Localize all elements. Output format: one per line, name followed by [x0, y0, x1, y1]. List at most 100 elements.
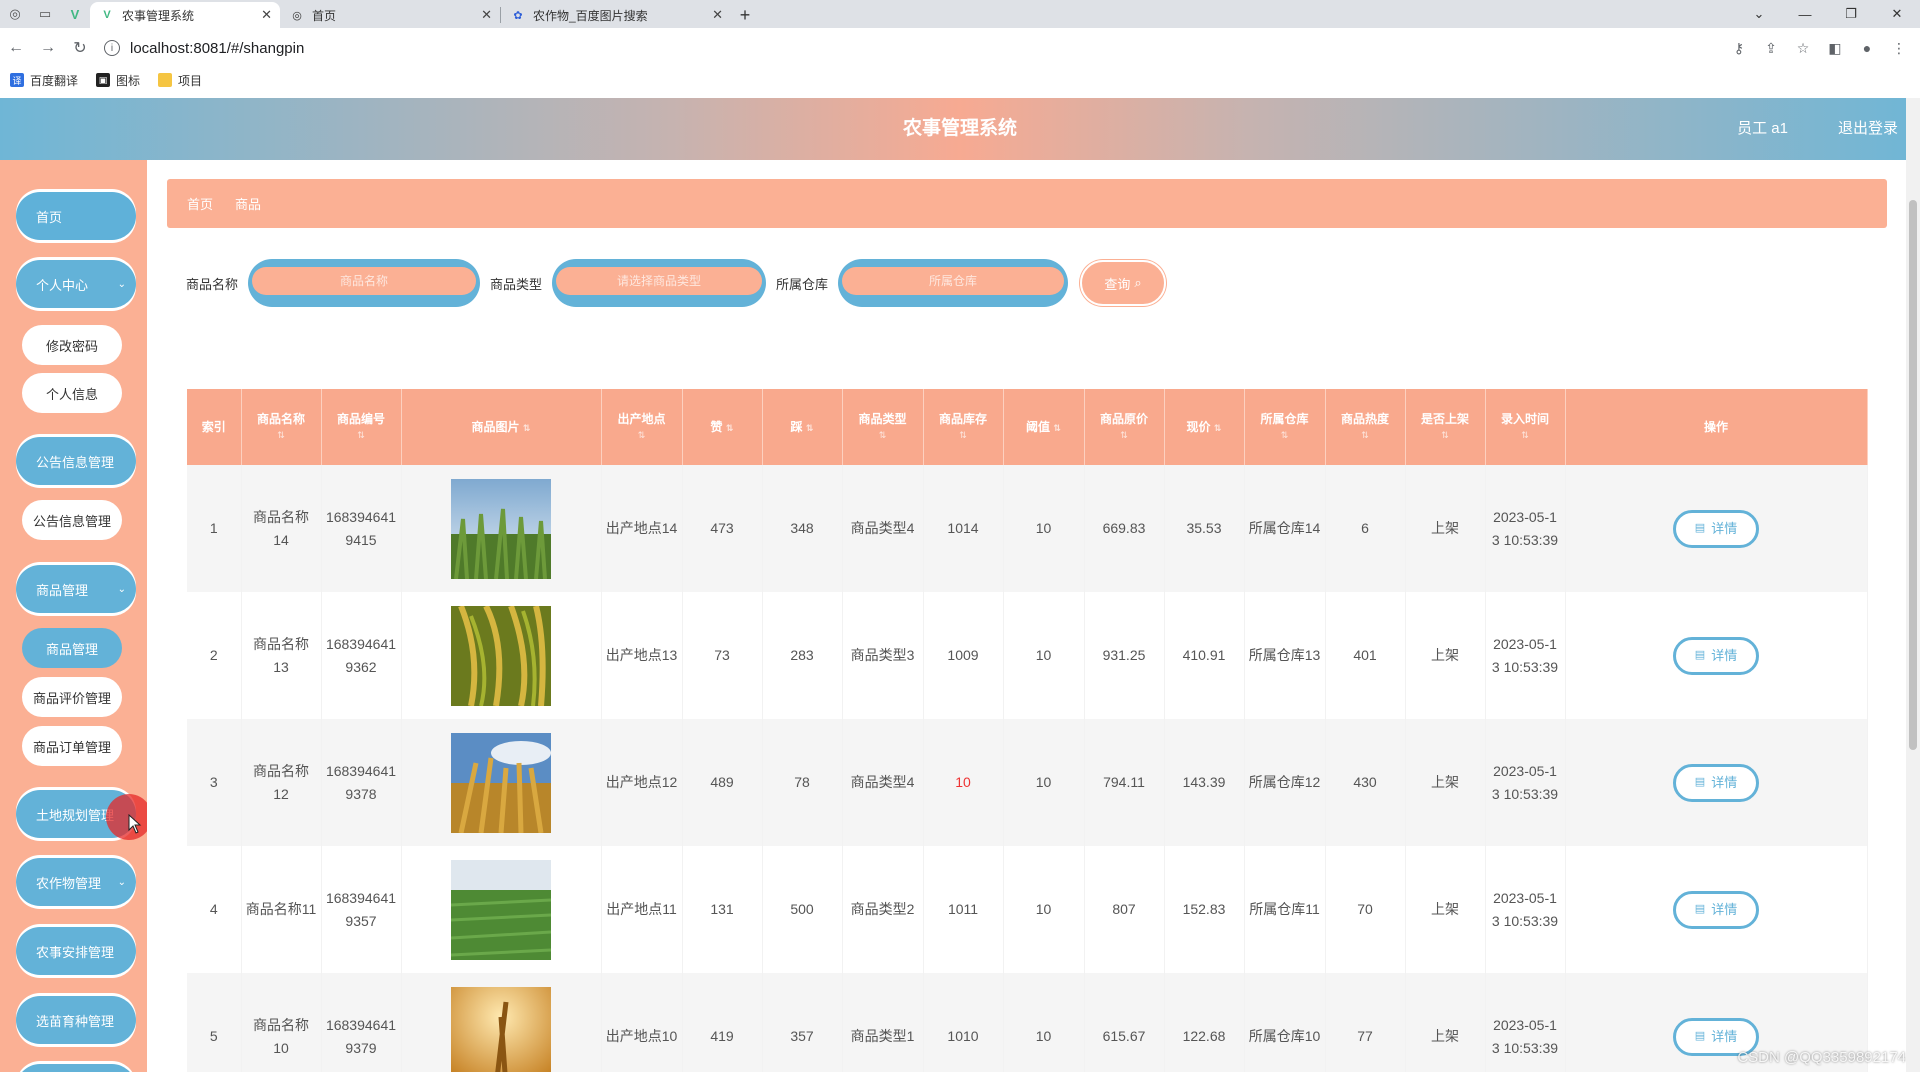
table-row: 2 商品名称13 1683946419362 出产地点13 73 283 商品类型3 1009… — [187, 592, 1868, 719]
bookmark-item[interactable]: 项目 — [158, 72, 202, 89]
detail-button[interactable]: ▤ 详情 — [1673, 763, 1759, 802]
detail-button[interactable]: ▤ 详情 — [1673, 636, 1759, 675]
cell-index: 3 — [187, 719, 242, 846]
profile-icon[interactable]: ● — [1854, 35, 1880, 61]
sidebar-item-change-password[interactable]: 修改密码 — [22, 325, 122, 365]
col-price[interactable]: 现价 ⇅ — [1164, 389, 1245, 465]
col-stock[interactable]: 商品库存 ⇅ — [923, 389, 1004, 465]
col-time[interactable]: 录入时间 ⇅ — [1485, 389, 1566, 465]
sidebar-item-profile[interactable]: 个人中心 ⌄ — [16, 260, 136, 308]
sidebar-item-product-mgmt[interactable]: 商品管理 ⌄ — [16, 565, 136, 613]
reload-icon[interactable]: ↻ — [64, 32, 96, 64]
sidebar-item-product-review[interactable]: 商品评价管理 — [22, 677, 122, 717]
detail-button[interactable]: ▤ 详情 — [1673, 890, 1759, 929]
key-icon[interactable]: ⚷ — [1726, 35, 1752, 61]
col-type[interactable]: 商品类型 ⇅ — [842, 389, 924, 465]
close-icon[interactable]: ✕ — [261, 7, 272, 23]
cell-stock: 1010 — [923, 973, 1004, 1072]
cell-image — [401, 973, 602, 1072]
cell-time: 2023-05-13 10:53:39 — [1485, 973, 1566, 1072]
browser-tab-bar: ◎ ▭ V V 农事管理系统 ✕ ◎ 首页 ✕ ✿ 农作物_百度图片搜索 ✕ +… — [0, 0, 1920, 28]
sidebar-item-farm-schedule[interactable]: 农事安排管理 — [16, 927, 136, 975]
breadcrumb-home[interactable]: 首页 — [187, 194, 213, 213]
warehouse-input[interactable] — [842, 267, 1065, 295]
cell-heat: 77 — [1325, 973, 1406, 1072]
cell-actions: ▤ 详情 — [1565, 719, 1868, 846]
sidebar-item-label: 个人中心 — [36, 277, 89, 293]
sidebar-item-notice-mgmt[interactable]: 公告信息管理 — [16, 437, 136, 485]
product-type-select[interactable] — [556, 267, 763, 295]
close-icon[interactable]: ✕ — [712, 7, 723, 23]
restore-icon[interactable]: ❐ — [1828, 0, 1874, 28]
search-icon: ⌕ — [1134, 275, 1142, 290]
product-image[interactable] — [451, 986, 551, 1072]
product-image[interactable] — [451, 478, 551, 579]
info-icon[interactable]: i — [104, 40, 120, 56]
product-image[interactable] — [451, 732, 551, 833]
col-warehouse[interactable]: 所属仓库 ⇅ — [1244, 389, 1326, 465]
chevron-down-icon[interactable]: ⌄ — [1736, 0, 1782, 28]
col-origin[interactable]: 出产地点 ⇅ — [601, 389, 683, 465]
bookmark-item[interactable]: 译 百度翻译 — [10, 72, 78, 89]
logout-link[interactable]: 退出登录 — [1838, 98, 1898, 160]
vue-logo-icon[interactable]: V — [60, 0, 90, 28]
sidebar-item-personal-info[interactable]: 个人信息 — [22, 373, 122, 413]
new-tab-button[interactable]: + — [731, 2, 759, 28]
product-name-input[interactable] — [252, 267, 477, 295]
browser-blank-tab-icon[interactable]: ▭ — [30, 0, 60, 28]
col-orig-price[interactable]: 商品原价 ⇅ — [1084, 389, 1165, 465]
sidebar-item-more[interactable] — [16, 1064, 136, 1072]
cell-index: 1 — [187, 465, 242, 592]
minimize-icon[interactable]: — — [1782, 0, 1828, 28]
query-button[interactable]: 查询 ⌕ — [1080, 260, 1167, 306]
table-row: 4 商品名称11 1683946419357 出产地点11 131 500 商品类型2 101… — [187, 846, 1868, 973]
tab-home[interactable]: ◎ 首页 ✕ — [280, 2, 500, 28]
breadcrumb: 首页 商品 — [167, 179, 1887, 228]
col-dislikes[interactable]: 踩 ⇅ — [762, 389, 843, 465]
more-icon[interactable]: ⋮ — [1886, 35, 1912, 61]
col-name[interactable]: 商品名称 ⇅ — [241, 389, 322, 465]
cell-origin: 出产地点13 — [601, 592, 683, 719]
back-icon[interactable]: ← — [0, 32, 32, 64]
bookmark-item[interactable]: ▣ 图标 — [96, 72, 140, 89]
sidebar-item-crop-mgmt[interactable]: 农作物管理 ⌄ — [16, 858, 136, 906]
sort-icon: ⇅ — [959, 430, 967, 440]
sidepanel-icon[interactable]: ◧ — [1822, 35, 1848, 61]
scrollbar-thumb[interactable] — [1909, 200, 1917, 750]
sidebar-item-product[interactable]: 商品管理 — [22, 628, 122, 668]
product-type-label: 商品类型 — [490, 276, 543, 292]
col-likes[interactable]: 赞 ⇅ — [682, 389, 763, 465]
col-image[interactable]: 商品图片 ⇅ — [401, 389, 602, 465]
detail-button[interactable]: ▤ 详情 — [1673, 509, 1759, 548]
browser-globe-icon[interactable]: ◎ — [0, 0, 30, 28]
sort-icon: ⇅ — [805, 422, 814, 433]
share-icon[interactable]: ⇪ — [1758, 35, 1784, 61]
tab-baidu[interactable]: ✿ 农作物_百度图片搜索 ✕ — [501, 2, 731, 28]
product-image[interactable] — [451, 605, 551, 706]
col-index[interactable]: 索引 — [187, 389, 242, 465]
url-field[interactable]: i localhost:8081/#/shangpin — [104, 40, 304, 57]
forward-icon[interactable]: → — [32, 32, 64, 64]
col-code[interactable]: 商品编号 ⇅ — [321, 389, 402, 465]
sidebar-item-seedling[interactable]: 选苗育种管理 — [16, 996, 136, 1044]
sidebar-item-label: 公告信息管理 — [36, 454, 115, 470]
page-scrollbar[interactable] — [1906, 98, 1920, 1072]
bookmark-label: 图标 — [116, 73, 141, 88]
cell-stock: 10 — [923, 719, 1004, 846]
col-heat[interactable]: 商品热度 ⇅ — [1325, 389, 1406, 465]
document-icon: ▤ — [1694, 522, 1706, 534]
document-icon: ▤ — [1694, 903, 1706, 915]
col-threshold[interactable]: 阈值 ⇅ — [1003, 389, 1085, 465]
star-icon[interactable]: ☆ — [1790, 35, 1816, 61]
sidebar-item-home[interactable]: 首页 — [16, 192, 136, 240]
sidebar-item-notice-info[interactable]: 公告信息管理 — [22, 500, 122, 540]
col-onsale[interactable]: 是否上架 ⇅ — [1405, 389, 1486, 465]
product-image[interactable] — [451, 859, 551, 960]
cell-actions: ▤ 详情 — [1565, 465, 1868, 592]
sidebar-item-product-order[interactable]: 商品订单管理 — [22, 726, 122, 766]
cell-dislikes: 357 — [762, 973, 843, 1072]
cell-image — [401, 846, 602, 973]
close-window-icon[interactable]: ✕ — [1874, 0, 1920, 28]
tab-app[interactable]: V 农事管理系统 ✕ — [90, 2, 280, 28]
close-icon[interactable]: ✕ — [481, 7, 492, 23]
